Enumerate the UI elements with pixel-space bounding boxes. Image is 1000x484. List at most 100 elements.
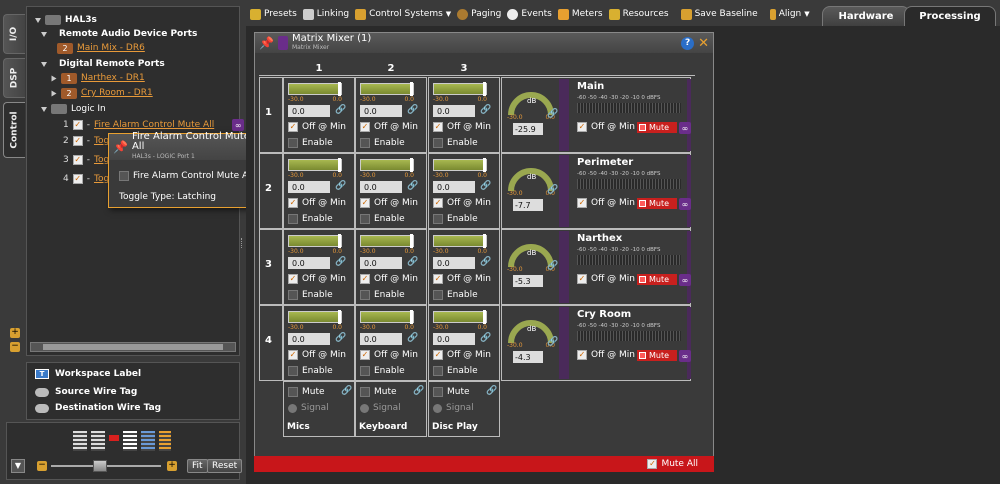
off-at-min-checkbox[interactable]: ✓: [288, 198, 298, 208]
collapse-all-icon[interactable]: −: [10, 342, 20, 352]
link-icon[interactable]: 🔗: [486, 386, 497, 396]
enable-option[interactable]: Enable: [360, 290, 405, 300]
fader-handle[interactable]: [338, 234, 341, 248]
off-at-min-checkbox[interactable]: ✓: [577, 274, 587, 284]
tree-digital-ports[interactable]: Digital Remote Ports: [41, 57, 165, 71]
off-at-min-checkbox[interactable]: ✓: [288, 350, 298, 360]
tree-narthex[interactable]: 1 Narthex - DR1: [51, 71, 145, 85]
input-mute-option[interactable]: Mute: [360, 387, 397, 397]
off-at-min-checkbox[interactable]: ✓: [433, 122, 443, 132]
crosspoint-fader[interactable]: [360, 82, 414, 96]
gain-value-input[interactable]: 0.0: [288, 181, 330, 193]
link-icon[interactable]: ∞: [679, 274, 691, 286]
enable-checkbox[interactable]: [360, 366, 370, 376]
tree-cry-room-label[interactable]: Cry Room - DR1: [81, 88, 153, 98]
off-at-min-option[interactable]: ✓ Off @ Min: [288, 122, 346, 132]
gain-value-input[interactable]: 0.0: [288, 257, 330, 269]
fader-handle[interactable]: [410, 234, 413, 248]
off-at-min-checkbox[interactable]: ✓: [577, 350, 587, 360]
enable-option[interactable]: Enable: [288, 214, 333, 224]
fader-handle[interactable]: [338, 158, 341, 172]
collapse-icon[interactable]: [41, 61, 47, 67]
horizontal-scrollbar[interactable]: [30, 342, 236, 352]
link-icon[interactable]: 🔗: [341, 386, 352, 396]
output-level-input[interactable]: -4.3: [513, 351, 543, 363]
fader-handle[interactable]: [483, 82, 486, 96]
logic-item-label[interactable]: Fire Alarm Control Mute All: [94, 120, 214, 130]
presets-button[interactable]: Presets: [250, 8, 297, 20]
enable-option[interactable]: Enable: [433, 214, 478, 224]
gain-value-input[interactable]: 0.0: [433, 257, 475, 269]
output-level-input[interactable]: -5.3: [513, 275, 543, 287]
link-icon[interactable]: 🔗: [547, 261, 558, 271]
align-button[interactable]: Align ▼: [769, 8, 810, 20]
link-icon[interactable]: 🔗: [480, 257, 491, 267]
popup-toggle-checkbox[interactable]: [119, 171, 129, 181]
enable-checkbox[interactable]: [433, 366, 443, 376]
legend-destination-wire-tag[interactable]: Destination Wire Tag: [35, 403, 161, 413]
workspace-thumbnail[interactable]: [73, 429, 173, 453]
enable-option[interactable]: Enable: [360, 366, 405, 376]
zoom-out-icon[interactable]: −: [37, 461, 47, 471]
tree-narthex-label[interactable]: Narthex - DR1: [81, 73, 145, 83]
legend-source-wire-tag[interactable]: Source Wire Tag: [35, 387, 137, 397]
link-icon[interactable]: 🔗: [547, 185, 558, 195]
tree-cry-room[interactable]: 2 Cry Room - DR1: [51, 86, 153, 100]
off-at-min-option[interactable]: ✓ Off @ Min: [360, 198, 418, 208]
enable-checkbox[interactable]: [433, 290, 443, 300]
control-systems-button[interactable]: Control Systems ▼: [355, 8, 451, 20]
crosspoint-fader[interactable]: [288, 310, 342, 324]
tree-root[interactable]: HAL3s: [35, 13, 97, 27]
input-mute-checkbox[interactable]: [433, 387, 443, 397]
off-at-min-option[interactable]: ✓ Off @ Min: [360, 122, 418, 132]
linking-button[interactable]: Linking: [302, 8, 349, 20]
tree-remote-ports[interactable]: Remote Audio Device Ports: [41, 27, 197, 41]
off-at-min-checkbox[interactable]: ✓: [360, 198, 370, 208]
off-at-min-option[interactable]: ✓ Off @ Min: [433, 122, 491, 132]
off-at-min-checkbox[interactable]: ✓: [433, 198, 443, 208]
link-icon[interactable]: 🔗: [480, 333, 491, 343]
checkbox-icon[interactable]: ✓: [72, 174, 83, 184]
fader-handle[interactable]: [410, 158, 413, 172]
input-mute-option[interactable]: Mute: [288, 387, 325, 397]
logic-item-1[interactable]: 1 ✓ - Fire Alarm Control Mute All ∞: [63, 118, 245, 132]
crosspoint-fader[interactable]: [288, 82, 342, 96]
output-off-at-min-option[interactable]: ✓ Off @ Min: [577, 274, 635, 284]
enable-checkbox[interactable]: [433, 138, 443, 148]
logic-item-label[interactable]: Tog: [94, 174, 109, 184]
events-button[interactable]: Events: [507, 8, 552, 20]
gain-value-input[interactable]: 0.0: [360, 105, 402, 117]
tree-main-mix-label[interactable]: Main Mix - DR6: [77, 43, 145, 53]
off-at-min-checkbox[interactable]: ✓: [288, 122, 298, 132]
off-at-min-checkbox[interactable]: ✓: [360, 350, 370, 360]
gain-value-input[interactable]: 0.0: [433, 105, 475, 117]
gain-value-input[interactable]: 0.0: [433, 333, 475, 345]
off-at-min-option[interactable]: ✓ Off @ Min: [433, 274, 491, 284]
fit-button[interactable]: Fit: [187, 459, 208, 473]
link-icon[interactable]: 🔗: [407, 181, 418, 191]
enable-checkbox[interactable]: [433, 214, 443, 224]
off-at-min-checkbox[interactable]: ✓: [577, 198, 587, 208]
link-icon[interactable]: 🔗: [335, 105, 346, 115]
output-level-input[interactable]: -25.9: [513, 123, 543, 135]
enable-option[interactable]: Enable: [360, 214, 405, 224]
off-at-min-option[interactable]: ✓ Off @ Min: [433, 198, 491, 208]
gain-value-input[interactable]: 0.0: [360, 181, 402, 193]
link-icon[interactable]: 🔗: [335, 333, 346, 343]
enable-option[interactable]: Enable: [288, 290, 333, 300]
link-icon[interactable]: 🔗: [407, 333, 418, 343]
navigator-dropdown-icon[interactable]: ▼: [11, 459, 25, 473]
off-at-min-option[interactable]: ✓ Off @ Min: [360, 274, 418, 284]
expand-icon[interactable]: [51, 90, 57, 96]
off-at-min-checkbox[interactable]: ✓: [360, 122, 370, 132]
enable-checkbox[interactable]: [288, 138, 298, 148]
crosspoint-fader[interactable]: [288, 158, 342, 172]
checkbox-icon[interactable]: ✓: [72, 136, 83, 146]
off-at-min-option[interactable]: ✓ Off @ Min: [433, 350, 491, 360]
gain-value-input[interactable]: 0.0: [433, 181, 475, 193]
logic-item-label[interactable]: Tog: [94, 136, 109, 146]
expand-all-icon[interactable]: +: [10, 328, 20, 338]
legend-workspace-label[interactable]: T Workspace Label: [35, 369, 141, 379]
output-off-at-min-option[interactable]: ✓ Off @ Min: [577, 122, 635, 132]
link-icon[interactable]: 🔗: [335, 257, 346, 267]
